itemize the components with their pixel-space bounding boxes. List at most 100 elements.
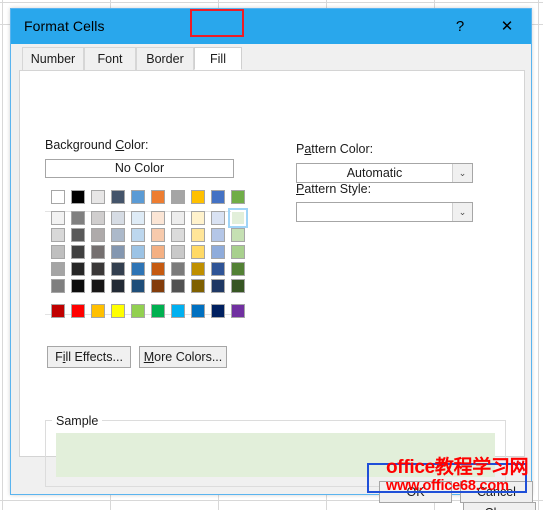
color-swatch[interactable] — [131, 190, 145, 204]
color-swatch[interactable] — [131, 279, 145, 293]
fill-tab-panel: Background Color: No Color Fill Effects.… — [19, 70, 536, 510]
color-swatch[interactable] — [171, 228, 185, 242]
help-icon[interactable]: ? — [439, 9, 481, 44]
clear-button[interactable]: Clear — [463, 502, 536, 510]
color-swatch[interactable] — [91, 304, 105, 318]
color-swatch[interactable] — [51, 279, 65, 293]
ok-button[interactable]: OK — [379, 481, 452, 503]
pattern-style-label: Pattern Style: — [296, 182, 372, 196]
color-swatch[interactable] — [231, 190, 245, 204]
color-swatch[interactable] — [91, 262, 105, 276]
color-swatch[interactable] — [171, 262, 185, 276]
color-swatch[interactable] — [191, 211, 205, 225]
pattern-style-combobox[interactable]: ⌄ — [296, 202, 473, 222]
color-swatch[interactable] — [131, 262, 145, 276]
color-swatch[interactable] — [211, 304, 225, 318]
color-swatch[interactable] — [231, 279, 245, 293]
color-swatch[interactable] — [51, 304, 65, 318]
palette-row-tint — [51, 208, 251, 228]
color-swatch[interactable] — [131, 304, 145, 318]
color-swatch[interactable] — [171, 190, 185, 204]
tab-border[interactable]: Border — [136, 47, 194, 70]
color-swatch[interactable] — [191, 304, 205, 318]
color-swatch[interactable] — [91, 211, 105, 225]
color-swatch[interactable] — [71, 279, 85, 293]
color-swatch[interactable] — [171, 245, 185, 259]
color-swatch[interactable] — [51, 245, 65, 259]
chevron-down-icon[interactable]: ⌄ — [452, 164, 472, 182]
tab-number[interactable]: Number — [22, 47, 84, 70]
color-swatch[interactable] — [71, 245, 85, 259]
tab-font[interactable]: Font — [84, 47, 136, 70]
color-swatch[interactable] — [71, 304, 85, 318]
close-icon[interactable]: ✕ — [486, 9, 528, 44]
color-swatch[interactable] — [151, 245, 165, 259]
color-swatch[interactable] — [151, 279, 165, 293]
color-swatch[interactable] — [151, 228, 165, 242]
color-swatch[interactable] — [91, 190, 105, 204]
color-swatch[interactable] — [231, 262, 245, 276]
pattern-color-combobox[interactable]: Automatic ⌄ — [296, 163, 473, 183]
color-swatch[interactable] — [211, 211, 225, 225]
color-swatch[interactable] — [51, 211, 65, 225]
color-swatch[interactable] — [51, 228, 65, 242]
color-swatch[interactable] — [191, 228, 205, 242]
color-swatch[interactable] — [211, 228, 225, 242]
color-swatch[interactable] — [211, 245, 225, 259]
sample-label: Sample — [52, 414, 103, 428]
color-swatch[interactable] — [111, 245, 125, 259]
color-swatch[interactable] — [131, 245, 145, 259]
color-swatch[interactable] — [228, 208, 248, 228]
color-swatch[interactable] — [71, 228, 85, 242]
color-swatch[interactable] — [191, 245, 205, 259]
tab-fill[interactable]: Fill — [194, 47, 242, 70]
dialog-titlebar: Format Cells ? ✕ — [11, 9, 531, 44]
sample-preview — [56, 433, 495, 477]
color-swatch[interactable] — [191, 190, 205, 204]
color-swatch[interactable] — [171, 279, 185, 293]
color-swatch[interactable] — [211, 262, 225, 276]
color-swatch[interactable] — [131, 211, 145, 225]
color-swatch[interactable] — [111, 262, 125, 276]
color-swatch[interactable] — [51, 262, 65, 276]
color-swatch[interactable] — [151, 304, 165, 318]
color-swatch[interactable] — [151, 211, 165, 225]
color-swatch[interactable] — [211, 279, 225, 293]
color-swatch[interactable] — [231, 228, 245, 242]
color-swatch[interactable] — [131, 228, 145, 242]
color-swatch[interactable] — [111, 228, 125, 242]
color-swatch[interactable] — [111, 211, 125, 225]
grid-line — [538, 0, 539, 510]
color-palette — [51, 190, 251, 321]
color-swatch[interactable] — [111, 279, 125, 293]
color-swatch[interactable] — [151, 190, 165, 204]
color-swatch[interactable] — [191, 262, 205, 276]
color-swatch[interactable] — [171, 211, 185, 225]
format-cells-dialog: Format Cells ? ✕ Number Font Border Fill… — [10, 8, 536, 510]
chevron-down-icon[interactable]: ⌄ — [452, 203, 472, 221]
color-swatch[interactable] — [51, 190, 65, 204]
color-swatch[interactable] — [91, 228, 105, 242]
more-colors-button[interactable]: More Colors... — [139, 346, 227, 368]
pattern-color-value: Automatic — [346, 166, 403, 180]
color-swatch[interactable] — [211, 190, 225, 204]
color-swatch[interactable] — [191, 279, 205, 293]
cancel-button[interactable]: Cancel — [460, 481, 533, 503]
color-swatch[interactable] — [151, 262, 165, 276]
color-swatch[interactable] — [91, 279, 105, 293]
color-swatch[interactable] — [231, 245, 245, 259]
color-swatch[interactable] — [231, 304, 245, 318]
color-swatch[interactable] — [71, 211, 85, 225]
color-swatch[interactable] — [171, 304, 185, 318]
grid-line — [2, 0, 3, 510]
palette-row-tint — [51, 262, 251, 277]
color-swatch[interactable] — [111, 190, 125, 204]
color-swatch[interactable] — [71, 262, 85, 276]
color-swatch[interactable] — [111, 304, 125, 318]
fill-effects-button[interactable]: Fill Effects... — [47, 346, 131, 368]
color-swatch[interactable] — [71, 190, 85, 204]
pattern-color-label: Pattern Color: — [296, 142, 374, 156]
no-color-button[interactable]: No Color — [45, 159, 234, 178]
background-color-label: Background Color: — [45, 138, 149, 152]
color-swatch[interactable] — [91, 245, 105, 259]
